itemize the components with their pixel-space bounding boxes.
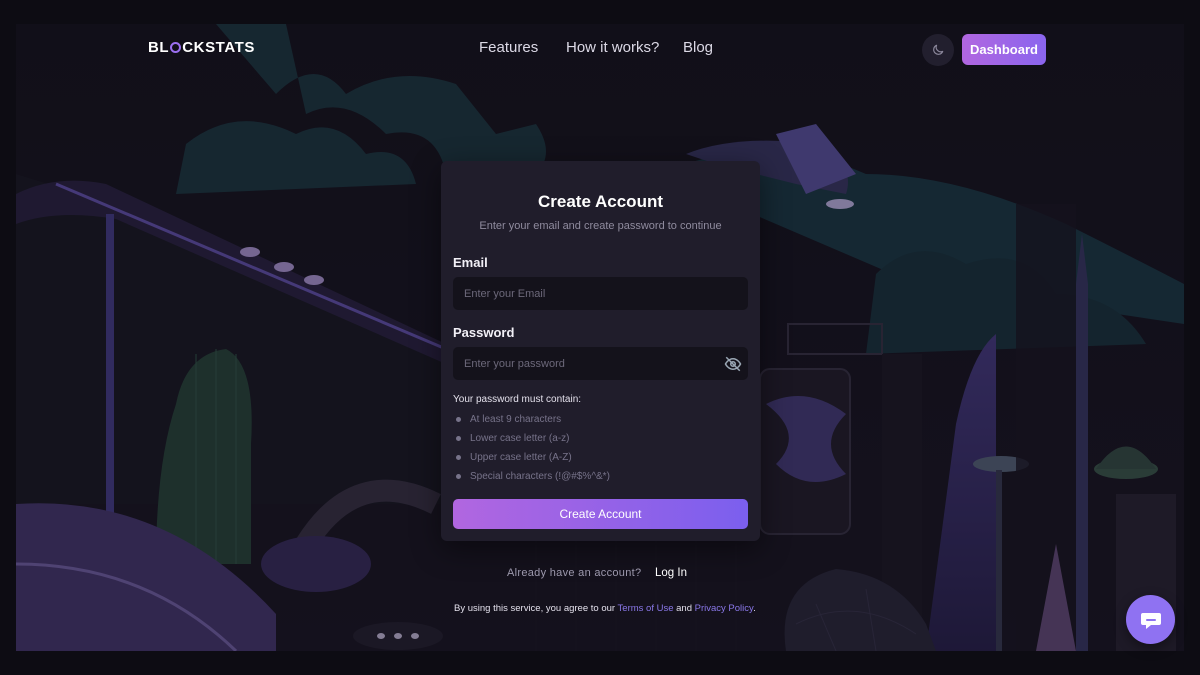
form-subtitle: Enter your email and create password to … [479,220,722,232]
password-rule: Upper case letter (A-Z) [470,452,572,463]
theme-toggle-button[interactable] [922,34,954,66]
create-account-card: Create Account Enter your email and crea… [441,161,760,541]
chat-widget-button[interactable] [1126,595,1175,644]
password-input[interactable] [453,347,748,380]
terms-notice: By using this service, you agree to our … [454,603,756,614]
dashboard-button[interactable]: Dashboard [962,34,1046,65]
brand-logo[interactable]: BL CKSTATS [148,39,255,56]
login-link[interactable]: Log In [655,567,687,579]
rule-bullet [456,474,461,479]
nav-link-blog[interactable]: Blog [683,39,713,56]
terms-of-use-link[interactable]: Terms of Use [618,603,674,614]
rule-bullet [456,455,461,460]
password-label: Password [453,325,515,340]
create-account-button[interactable]: Create Account [453,499,748,529]
password-rule: Special characters (!@#$%^&*) [470,471,610,482]
form-title: Create Account [537,192,663,211]
email-label: Email [453,255,488,270]
nav-link-features[interactable]: Features [479,39,538,56]
password-rules-title: Your password must contain: [453,394,582,405]
logo-ring-icon [170,42,182,53]
moon-icon [933,44,944,55]
chat-bubble-icon [1140,612,1161,629]
rule-bullet [456,436,461,441]
rule-bullet [456,417,461,422]
privacy-policy-link[interactable]: Privacy Policy [695,603,753,614]
email-input[interactable] [453,277,748,310]
password-rule: At least 9 characters [470,414,562,425]
nav-link-how-it-works[interactable]: How it works? [566,39,659,56]
already-have-account-text: Already have an account? [507,567,642,579]
top-navigation: BL CKSTATS Features How it works? Blog Da… [0,0,1200,96]
eye-off-icon[interactable] [724,355,742,373]
password-rule: Lower case letter (a-z) [470,433,570,444]
